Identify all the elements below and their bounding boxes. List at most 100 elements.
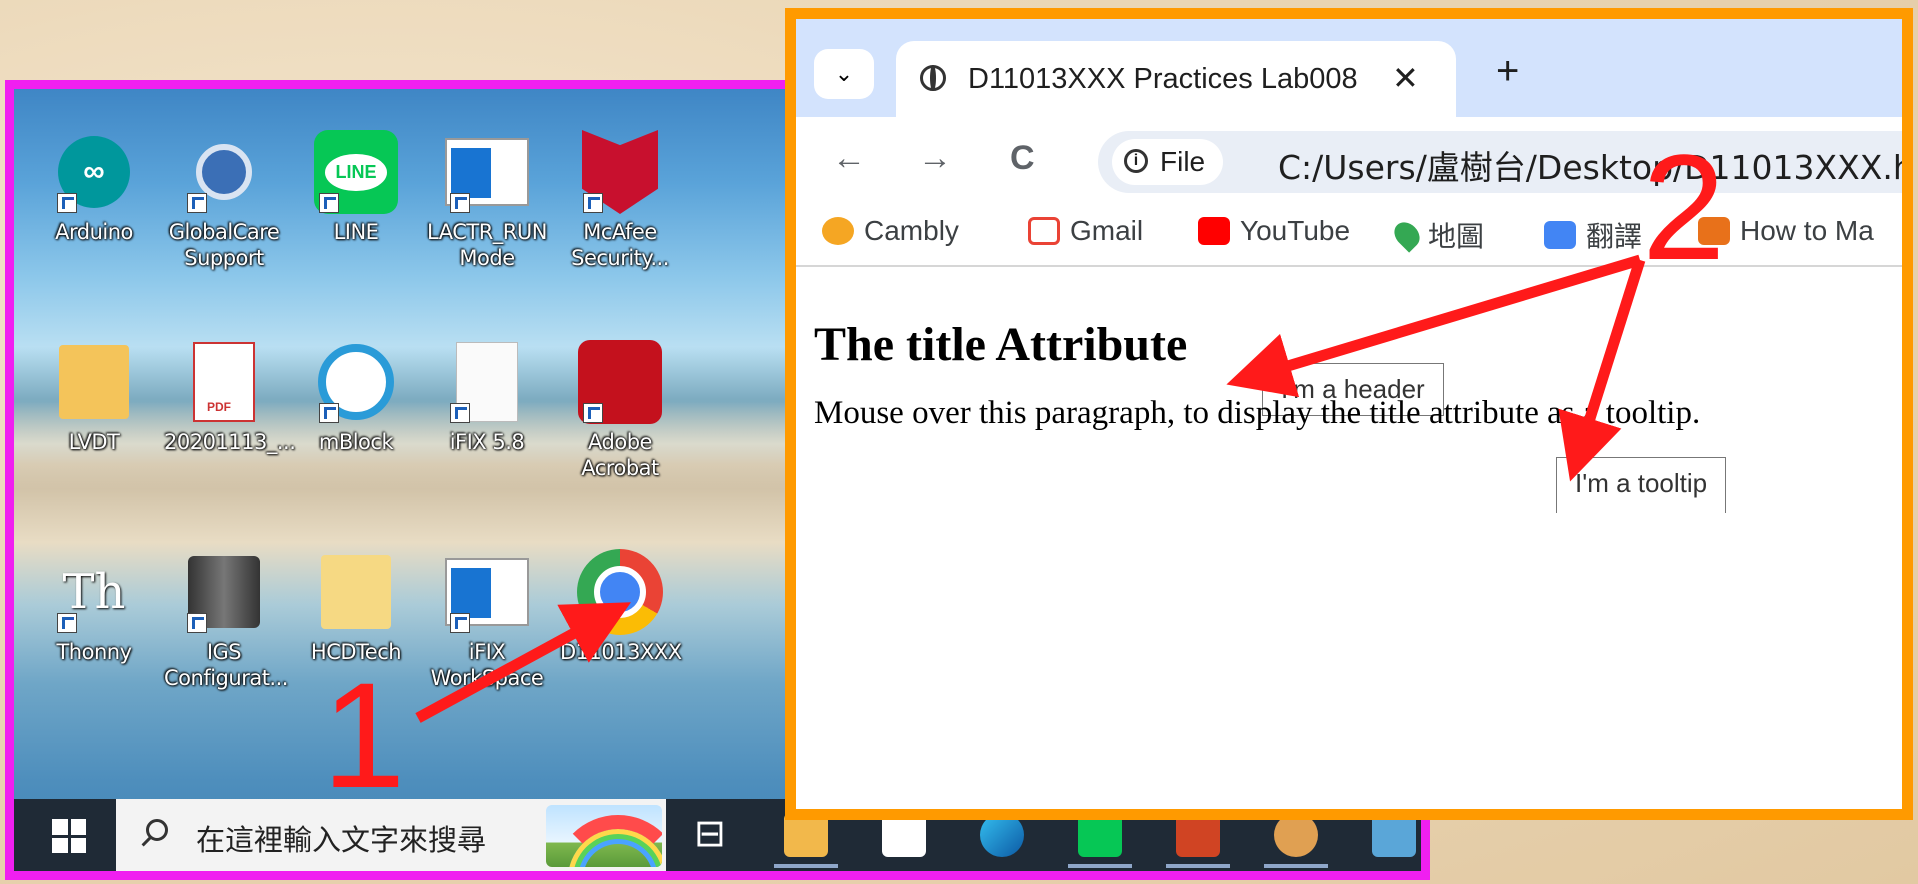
desktop-icon-ifix-workspace[interactable]: iFIX WorkSpace <box>427 549 547 691</box>
tab-strip: ⌄ D11013XXX Practices Lab008 ✕ + <box>796 19 1902 117</box>
bookmark-cambly[interactable]: Cambly <box>822 215 959 247</box>
desktop-icon-thonny[interactable]: Th Thonny <box>34 549 154 665</box>
thonny-glyph: Th <box>62 564 126 620</box>
icon-label: Thonny <box>56 640 132 664</box>
forward-icon[interactable]: → <box>918 139 952 178</box>
desktop-icon-d11013xxx[interactable]: D11013XXX <box>560 549 682 665</box>
running-indicator <box>774 864 838 868</box>
thonny-icon: Th <box>51 549 137 635</box>
bookmark-maps[interactable]: 地圖 <box>1389 215 1485 255</box>
desktop-icon-line[interactable]: LINE LINE <box>296 129 416 245</box>
desktop-icon-hcdtech[interactable]: HCDTech <box>296 549 416 665</box>
step-2-number: 2 <box>1642 123 1726 291</box>
running-indicator <box>1264 864 1328 868</box>
youtube-icon <box>1198 217 1230 245</box>
line-logo-text: LINE <box>325 153 387 191</box>
shortcut-arrow-icon <box>57 193 77 213</box>
task-view-icon[interactable]: ⊟ <box>694 811 726 856</box>
icon-label: 20201113_... <box>164 430 296 454</box>
close-tab-icon[interactable]: ✕ <box>1392 59 1419 97</box>
shortcut-arrow-icon <box>57 613 77 633</box>
chevron-down-icon: ⌄ <box>834 61 854 86</box>
icon-label: mBlock <box>318 430 394 454</box>
desktop-icon-ifix58[interactable]: iFIX 5.8 <box>427 339 547 455</box>
search-icon <box>146 819 168 841</box>
page-paragraph[interactable]: Mouse over this paragraph, to display th… <box>814 395 1700 432</box>
bookmark-translate[interactable]: 翻譯 <box>1544 215 1642 255</box>
icon-label: D11013XXX <box>560 640 682 664</box>
back-icon[interactable]: ← <box>832 139 866 178</box>
acrobat-icon <box>577 339 663 425</box>
paragraph-tooltip: I'm a tooltip <box>1556 457 1727 513</box>
bookmark-label: Gmail <box>1070 215 1144 246</box>
site-info-chip[interactable]: i File <box>1112 139 1224 185</box>
server-rack-icon <box>181 549 267 635</box>
running-indicator <box>1068 864 1132 868</box>
icon-label: McAfee Security... <box>571 220 669 270</box>
page-heading[interactable]: The title Attribute <box>814 317 1187 372</box>
new-tab-button[interactable]: + <box>1496 49 1519 94</box>
bookmark-label: 地圖 <box>1428 221 1485 252</box>
shortcut-arrow-icon <box>319 403 339 423</box>
bookmark-label: 翻譯 <box>1586 221 1643 252</box>
shortcut-arrow-icon <box>187 193 207 213</box>
shortcut-arrow-icon <box>583 403 603 423</box>
icon-label: iFIX 5.8 <box>449 430 525 454</box>
address-bar[interactable]: i File C:/Users/盧樹台/Desktop/D11013XXX.ht… <box>1098 131 1902 193</box>
desktop-icon-adobe-acrobat[interactable]: Adobe Acrobat <box>560 339 680 481</box>
mblock-panda-icon <box>313 339 399 425</box>
desktop-icon-mblock[interactable]: mBlock <box>296 339 416 455</box>
pdf-file-icon: PDF <box>181 339 267 425</box>
bookmark-label: Cambly <box>864 215 959 246</box>
icon-label: Arduino <box>55 220 133 244</box>
globalcare-icon <box>181 129 267 215</box>
desktop-icon-igs-configurator[interactable]: IGS Configurat... <box>164 549 288 691</box>
desktop-icon-mcafee[interactable]: McAfee Security... <box>560 129 680 271</box>
desktop-icon-globalcare[interactable]: GlobalCare Support <box>164 129 284 271</box>
chrome-icon <box>577 549 663 635</box>
mcafee-shield-icon <box>577 129 663 215</box>
shortcut-arrow-icon <box>450 613 470 633</box>
arduino-icon: ∞ <box>51 129 137 215</box>
desktop-icon-lvdt[interactable]: LVDT <box>34 339 154 455</box>
line-app-icon: LINE <box>313 129 399 215</box>
icon-label: iFIX WorkSpace <box>430 640 544 690</box>
translate-icon <box>1544 221 1576 249</box>
step-1-number: 1 <box>322 651 406 819</box>
globe-icon <box>920 65 946 91</box>
shortcut-arrow-icon <box>450 193 470 213</box>
reload-icon[interactable]: C <box>1010 139 1035 178</box>
page-content: The title Attribute I'm a header Mouse o… <box>796 267 1902 809</box>
desktop-icon-arduino[interactable]: ∞ Arduino <box>34 129 154 245</box>
shortcut-arrow-icon <box>450 403 470 423</box>
tab-search-button[interactable]: ⌄ <box>814 49 874 99</box>
search-placeholder: 在這裡輸入文字來搜尋 <box>196 823 487 857</box>
bookmark-youtube[interactable]: YouTube <box>1198 215 1350 247</box>
windows-start-icon[interactable] <box>52 819 86 853</box>
map-pin-icon <box>1389 217 1425 253</box>
shortcut-arrow-icon <box>187 613 207 633</box>
bookmarks-bar: Cambly Gmail YouTube 地圖 翻譯 How to Ma <box>796 203 1902 267</box>
shortcut-arrow-icon <box>583 193 603 213</box>
info-icon: i <box>1124 149 1148 173</box>
gmail-icon <box>1028 217 1060 245</box>
blank-file-icon <box>444 339 530 425</box>
address-chip-label: File <box>1160 146 1206 177</box>
pdf-tag: PDF <box>207 400 231 414</box>
icon-label: IGS Configurat... <box>164 640 288 690</box>
active-tab[interactable]: D11013XXX Practices Lab008 ✕ <box>896 41 1456 117</box>
folder-icon <box>51 339 137 425</box>
bookmark-gmail[interactable]: Gmail <box>1028 215 1143 247</box>
icon-label: GlobalCare Support <box>168 220 280 270</box>
icon-label: LVDT <box>68 430 120 454</box>
shortcut-arrow-icon <box>319 193 339 213</box>
browser-window: ⌄ D11013XXX Practices Lab008 ✕ + ← → C i… <box>785 8 1913 820</box>
desktop-icon-lactr-run[interactable]: LACTR_RUN Mode <box>427 129 547 271</box>
icon-label: LACTR_RUN Mode <box>427 220 547 270</box>
icon-label: LINE <box>333 220 379 244</box>
folder-icon <box>313 549 399 635</box>
running-indicator <box>1166 864 1230 868</box>
desktop-icon-pdf-20201113[interactable]: PDF 20201113_... <box>164 339 296 455</box>
browser-toolbar: ← → C i File C:/Users/盧樹台/Desktop/D11013… <box>796 117 1902 203</box>
search-highlight-image <box>546 805 662 867</box>
